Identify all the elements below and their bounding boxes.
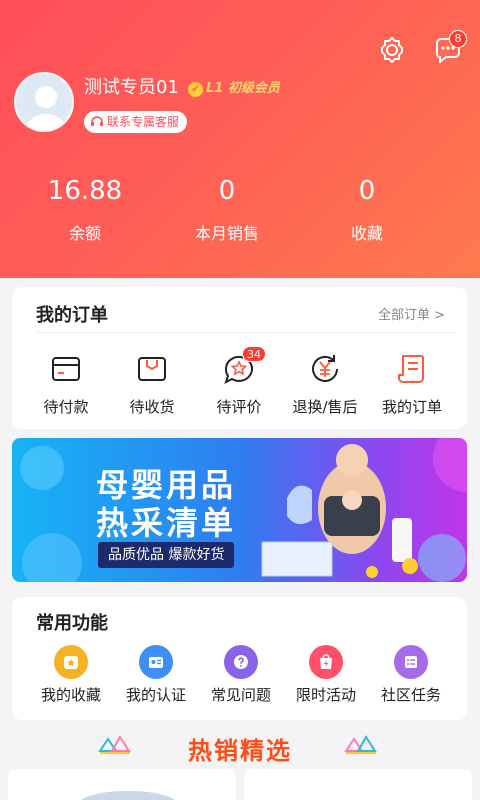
stat-balance[interactable]: 16.88 余额	[25, 174, 145, 245]
function-community-tasks[interactable]: 社区任务	[366, 645, 456, 705]
banner-decoration	[20, 438, 467, 582]
functions-title: 常用功能	[36, 613, 108, 634]
stat-label: 收藏	[350, 224, 383, 243]
profile-header: 8 测试专员01 ✔ L1 初级会员 联系专属客服 16.88 余额 0 本月销…	[0, 0, 480, 278]
order-pending-payment[interactable]: 待付款	[21, 351, 111, 417]
stat-value: 0	[358, 176, 376, 206]
function-flash-sale[interactable]: 限时活动	[281, 645, 371, 705]
message-count-badge: 8	[449, 30, 467, 48]
function-faq[interactable]: 常见问题	[196, 645, 286, 705]
stat-label: 本月销售	[194, 224, 259, 243]
product-card[interactable]	[244, 769, 472, 800]
function-label: 我的收藏	[40, 686, 101, 704]
order-item-label: 待付款	[43, 398, 89, 416]
package-icon	[138, 357, 166, 381]
headset-icon	[91, 116, 103, 126]
task-list-icon	[394, 645, 428, 679]
functions-card: 常用功能 我的收藏 我的认证 常见问题 限时活动 社区任务	[12, 597, 467, 720]
deco-right-icon	[344, 735, 377, 754]
gear-icon[interactable]	[376, 34, 408, 66]
review-count-badge: 34	[242, 346, 266, 362]
order-pending-review[interactable]: 待评价	[194, 351, 284, 417]
order-refund[interactable]: 退换/售后	[280, 351, 370, 417]
product-image	[81, 791, 175, 800]
stat-label: 余额	[68, 224, 101, 243]
order-item-label: 待评价	[216, 398, 262, 416]
id-card-icon	[139, 645, 173, 679]
hot-picks-title: 热销精选	[188, 737, 292, 765]
order-item-label: 退换/售后	[292, 398, 358, 416]
question-icon	[224, 645, 258, 679]
wallet-icon	[52, 357, 80, 381]
stat-value: 16.88	[47, 176, 123, 206]
stat-monthly-sales[interactable]: 0 本月销售	[167, 174, 287, 245]
contact-service-button[interactable]: 联系专属客服	[84, 111, 188, 133]
promo-banner[interactable]: 母婴用品 热采清单 品质优品 爆款好货	[12, 438, 467, 582]
function-verification[interactable]: 我的认证	[111, 645, 201, 705]
banner-headline-2: 热采清单	[96, 504, 237, 542]
orders-card: 我的订单 全部订单 > 待付款 待收货 待评价 退换/售后 我的订单	[12, 287, 467, 429]
banner-tagline: 品质优品 爆款好货	[98, 542, 235, 568]
function-label: 社区任务	[380, 686, 441, 704]
function-label: 限时活动	[295, 686, 356, 704]
order-pending-receipt[interactable]: 待收货	[107, 351, 197, 417]
function-label: 我的认证	[125, 686, 186, 704]
favorite-icon	[54, 645, 88, 679]
check-badge-icon: ✔	[188, 81, 203, 97]
all-orders-link[interactable]: 全部订单 >	[378, 304, 445, 323]
product-card[interactable]	[8, 769, 236, 800]
orders-title: 我的订单	[36, 305, 108, 326]
stat-favorites[interactable]: 0 收藏	[307, 174, 427, 245]
function-favorites[interactable]: 我的收藏	[26, 645, 116, 705]
bolt-bag-icon	[309, 645, 343, 679]
username: 测试专员01	[84, 77, 179, 98]
order-all[interactable]: 我的订单	[367, 351, 457, 417]
member-level: ✔ L1 初级会员	[188, 80, 280, 98]
avatar-silhouette-icon	[24, 86, 68, 130]
avatar[interactable]	[14, 72, 74, 132]
stat-value: 0	[218, 176, 236, 206]
function-label: 常见问题	[210, 686, 271, 704]
order-list-icon	[398, 355, 424, 383]
divider	[36, 332, 455, 333]
order-item-label: 我的订单	[381, 398, 442, 416]
refund-icon	[312, 355, 338, 382]
contact-service-label: 联系专属客服	[107, 115, 180, 129]
order-item-label: 待收货	[129, 398, 175, 416]
member-level-text: L1 初级会员	[206, 81, 280, 96]
